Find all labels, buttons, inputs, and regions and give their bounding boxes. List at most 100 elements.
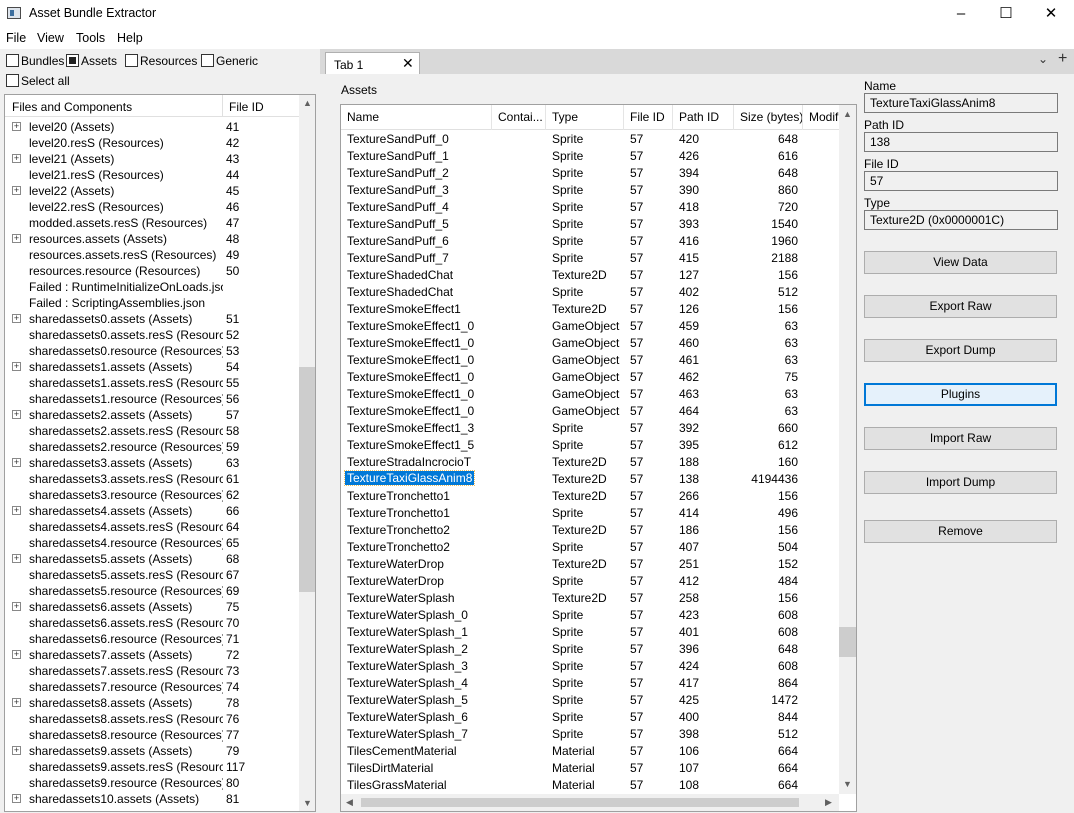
expand-icon[interactable]: +: [12, 794, 21, 803]
tree-row[interactable]: sharedassets1.assets.resS (Resourc... 55: [5, 375, 299, 391]
tree-row[interactable]: sharedassets9.assets.resS (Resourc... 117: [5, 759, 299, 775]
tree-row[interactable]: + sharedassets4.assets (Assets) 66: [5, 503, 299, 519]
col-name-header[interactable]: Name: [341, 105, 492, 130]
tree-row[interactable]: + sharedassets5.assets (Assets) 68: [5, 551, 299, 567]
tree-scrollbar[interactable]: ▲ ▼: [299, 95, 315, 811]
table-row[interactable]: TextureShadedChat Texture2D 57 127 156: [341, 266, 839, 283]
table-row[interactable]: TextureSandPuff_5 Sprite 57 393 1540: [341, 215, 839, 232]
tree-row[interactable]: sharedassets6.assets.resS (Resourc... 70: [5, 615, 299, 631]
import-dump-button[interactable]: Import Dump: [864, 471, 1057, 494]
table-row[interactable]: TextureStradaIncrocioT Texture2D 57 188 160: [341, 453, 839, 470]
col-type-header[interactable]: Type: [546, 105, 624, 130]
table-row[interactable]: TextureSandPuff_4 Sprite 57 418 720: [341, 198, 839, 215]
files-column-header[interactable]: Files and Components: [12, 100, 132, 114]
table-row[interactable]: TextureWaterSplash_4 Sprite 57 417 864: [341, 674, 839, 691]
tree-row[interactable]: resources.resource (Resources) 50: [5, 263, 299, 279]
tree-row[interactable]: sharedassets2.assets.resS (Resourc... 58: [5, 423, 299, 439]
tree-row[interactable]: sharedassets6.resource (Resources) 71: [5, 631, 299, 647]
table-row[interactable]: TextureShadedChat Sprite 57 402 512: [341, 283, 839, 300]
tree-row[interactable]: sharedassets2.resource (Resources) 59: [5, 439, 299, 455]
tree-row[interactable]: + sharedassets7.assets (Assets) 72: [5, 647, 299, 663]
col-fileid-header[interactable]: File ID: [624, 105, 673, 130]
name-field[interactable]: TextureTaxiGlassAnim8: [864, 93, 1058, 113]
tree-row[interactable]: Failed : RuntimeInitializeOnLoads.json: [5, 279, 299, 295]
minimize-button[interactable]: –: [938, 0, 984, 28]
expand-icon[interactable]: +: [12, 554, 21, 563]
export-raw-button[interactable]: Export Raw: [864, 295, 1057, 318]
table-row[interactable]: TextureSmokeEffect1_5 Sprite 57 395 612: [341, 436, 839, 453]
table-row-selected[interactable]: TextureTaxiGlassAnim8 Texture2D 57 138 41944…: [341, 470, 839, 487]
expand-icon[interactable]: +: [12, 122, 21, 131]
col-size-header[interactable]: Size (bytes): [734, 105, 803, 130]
table-row[interactable]: TextureTronchetto2 Texture2D 57 186 156: [341, 521, 839, 538]
table-row[interactable]: TextureSandPuff_6 Sprite 57 416 1960: [341, 232, 839, 249]
table-row[interactable]: TextureSandPuff_7 Sprite 57 415 2188: [341, 249, 839, 266]
table-row[interactable]: TextureSmokeEffect1_0 GameObject 57 462 75: [341, 368, 839, 385]
tab-close-icon[interactable]: ✕: [402, 55, 414, 72]
generic-checkbox[interactable]: [201, 54, 214, 67]
bundles-checkbox[interactable]: [6, 54, 19, 67]
table-row[interactable]: TextureSmokeEffect1_0 GameObject 57 459 63: [341, 317, 839, 334]
table-row[interactable]: TextureSmokeEffect1_0 GameObject 57 461 63: [341, 351, 839, 368]
table-row[interactable]: TextureSandPuff_3 Sprite 57 390 860: [341, 181, 839, 198]
table-row[interactable]: TextureSmokeEffect1_3 Sprite 57 392 660: [341, 419, 839, 436]
tree-row[interactable]: + sharedassets9.assets (Assets) 79: [5, 743, 299, 759]
tree-row[interactable]: Failed : ScriptingAssemblies.json: [5, 295, 299, 311]
tree-row[interactable]: sharedassets8.assets.resS (Resourc... 76: [5, 711, 299, 727]
import-raw-button[interactable]: Import Raw: [864, 427, 1057, 450]
col-modified-header[interactable]: Modifi: [803, 105, 839, 130]
tree-row[interactable]: + sharedassets8.assets (Assets) 78: [5, 695, 299, 711]
path-id-field[interactable]: 138: [864, 132, 1058, 152]
tree-row[interactable]: sharedassets3.assets.resS (Resourc... 61: [5, 471, 299, 487]
tree-scroll-thumb[interactable]: [299, 367, 315, 592]
scroll-down-icon[interactable]: ▼: [843, 779, 852, 789]
assets-checkbox[interactable]: [66, 54, 79, 67]
tree-row[interactable]: + resources.assets (Assets) 48: [5, 231, 299, 247]
tree-row[interactable]: sharedassets4.assets.resS (Resourc... 64: [5, 519, 299, 535]
assets-table[interactable]: Name Contai... Type File ID Path ID Size…: [340, 104, 857, 812]
tab-1[interactable]: Tab 1 ✕: [325, 52, 420, 74]
expand-icon[interactable]: +: [12, 234, 21, 243]
table-row[interactable]: TextureWaterSplash_7 Sprite 57 398 512: [341, 725, 839, 742]
table-row[interactable]: TextureWaterSplash_3 Sprite 57 424 608: [341, 657, 839, 674]
table-row[interactable]: TextureSandPuff_0 Sprite 57 420 648: [341, 130, 839, 147]
menu-help[interactable]: Help: [117, 31, 143, 45]
table-row[interactable]: TextureSandPuff_1 Sprite 57 426 616: [341, 147, 839, 164]
table-row[interactable]: TextureSmokeEffect1_0 GameObject 57 464 63: [341, 402, 839, 419]
table-vscroll[interactable]: ▲ ▼: [839, 105, 856, 794]
select-all-checkbox[interactable]: [6, 74, 19, 87]
table-row[interactable]: TextureWaterSplash_5 Sprite 57 425 1472: [341, 691, 839, 708]
table-row[interactable]: TextureWaterDrop Texture2D 57 251 152: [341, 555, 839, 572]
tree-row[interactable]: + sharedassets0.assets (Assets) 51: [5, 311, 299, 327]
tree-row[interactable]: + level20 (Assets) 41: [5, 119, 299, 135]
table-row[interactable]: TilesGrassMaterial Material 57 108 664: [341, 776, 839, 793]
files-tree[interactable]: Files and Components File ID + level20 (A…: [4, 94, 316, 812]
tree-row[interactable]: level20.resS (Resources) 42: [5, 135, 299, 151]
table-row[interactable]: TextureTronchetto2 Sprite 57 407 504: [341, 538, 839, 555]
expand-icon[interactable]: +: [12, 746, 21, 755]
table-row[interactable]: TextureWaterDrop Sprite 57 412 484: [341, 572, 839, 589]
tree-row[interactable]: sharedassets1.resource (Resources) 56: [5, 391, 299, 407]
type-field[interactable]: Texture2D (0x0000001C): [864, 210, 1058, 230]
expand-icon[interactable]: +: [12, 186, 21, 195]
view-data-button[interactable]: View Data: [864, 251, 1057, 274]
menu-view[interactable]: View: [37, 31, 64, 45]
col-container-header[interactable]: Contai...: [492, 105, 546, 130]
table-vscroll-thumb[interactable]: [839, 627, 856, 657]
table-row[interactable]: TilesCementMaterial Material 57 106 664: [341, 742, 839, 759]
tree-row[interactable]: resources.assets.resS (Resources) 49: [5, 247, 299, 263]
scroll-left-icon[interactable]: ◀: [346, 797, 353, 808]
table-row[interactable]: TextureWaterSplash_0 Sprite 57 423 608: [341, 606, 839, 623]
table-hscroll-thumb[interactable]: [361, 798, 799, 807]
table-row[interactable]: TilesDirtMaterial Material 57 107 664: [341, 759, 839, 776]
file-id-field[interactable]: 57: [864, 171, 1058, 191]
expand-icon[interactable]: +: [12, 458, 21, 467]
tree-row[interactable]: + level21 (Assets) 43: [5, 151, 299, 167]
table-row[interactable]: TextureWaterSplash_2 Sprite 57 396 648: [341, 640, 839, 657]
expand-icon[interactable]: +: [12, 154, 21, 163]
tree-row[interactable]: sharedassets3.resource (Resources) 62: [5, 487, 299, 503]
scroll-up-icon[interactable]: ▲: [843, 109, 852, 119]
tab-dropdown-icon[interactable]: ⌄: [1038, 52, 1048, 66]
tree-row[interactable]: sharedassets5.assets.resS (Resourc... 67: [5, 567, 299, 583]
tree-row[interactable]: level21.resS (Resources) 44: [5, 167, 299, 183]
